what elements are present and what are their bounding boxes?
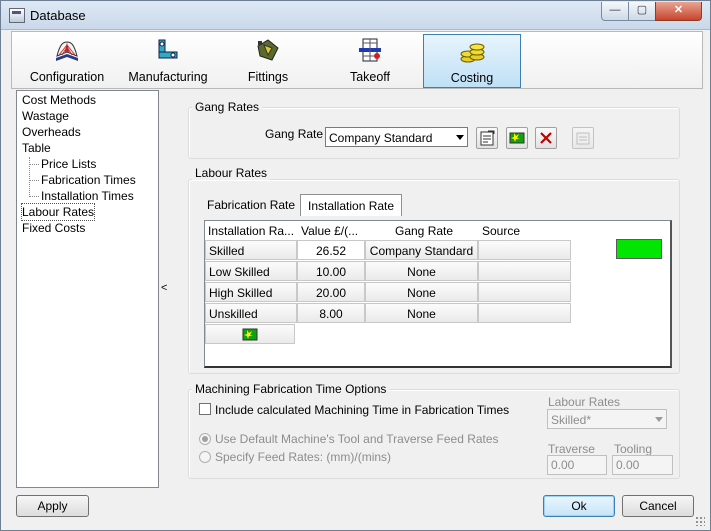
tree-item-installation-times[interactable]: Installation Times bbox=[41, 188, 134, 204]
cancel-button[interactable]: Cancel bbox=[622, 495, 694, 517]
tab-fabrication-rate[interactable]: Fabrication Rate bbox=[200, 194, 302, 216]
resize-grip[interactable] bbox=[695, 516, 705, 526]
table-row-value[interactable]: 10.00 bbox=[297, 261, 365, 281]
traverse-input[interactable]: 0.00 bbox=[547, 455, 607, 475]
labour-rates-grid: Installation Ra... Value £/(... Gang Rat… bbox=[204, 220, 672, 368]
tooling-label: Tooling bbox=[614, 442, 653, 456]
delete-gang-rate-button[interactable] bbox=[535, 127, 557, 149]
gang-rate-value: Company Standard bbox=[329, 131, 433, 145]
close-button[interactable]: ✕ bbox=[655, 2, 702, 21]
gang-rates-group-title: Gang Rates bbox=[192, 100, 263, 114]
gang-rate-properties-button[interactable] bbox=[572, 127, 594, 149]
chevron-down-icon bbox=[655, 417, 663, 422]
tree-connector bbox=[29, 180, 39, 181]
table-row-name[interactable]: High Skilled bbox=[205, 282, 297, 302]
toolbar-label: Configuration bbox=[29, 70, 105, 84]
labour-rates-group-title: Labour Rates bbox=[192, 166, 271, 180]
tree-item-fabrication-times[interactable]: Fabrication Times bbox=[41, 172, 136, 188]
new-item-icon bbox=[509, 132, 525, 144]
tree-item-overheads[interactable]: Overheads bbox=[22, 124, 81, 140]
tree-item-labour-rates[interactable]: Labour Rates bbox=[20, 203, 96, 221]
tab-installation-rate[interactable]: Installation Rate bbox=[300, 194, 403, 216]
takeoff-icon bbox=[359, 38, 381, 62]
toolbar-item-fittings[interactable]: Fittings bbox=[240, 32, 296, 88]
specify-feed-rates-label: Specify Feed Rates: (mm)/(mins) bbox=[215, 450, 392, 464]
category-toolbar: Configuration Manufacturing Fittings Tak… bbox=[11, 31, 703, 89]
include-machining-label: Include calculated Machining Time in Fab… bbox=[215, 403, 510, 417]
machining-labour-rate-value: Skilled* bbox=[551, 413, 592, 427]
column-header-installation-rate[interactable]: Installation Ra... bbox=[208, 224, 294, 238]
tab-label: Installation Rate bbox=[308, 199, 395, 213]
database-window: Database — ▢ ✕ Configuration Manufacturi… bbox=[0, 0, 711, 531]
table-row-source[interactable] bbox=[478, 303, 571, 323]
table-row-value[interactable]: 20.00 bbox=[297, 282, 365, 302]
edit-document-icon bbox=[480, 130, 495, 146]
table-row-source[interactable] bbox=[478, 261, 571, 281]
column-header-source[interactable]: Source bbox=[482, 224, 520, 238]
table-row-value[interactable]: 8.00 bbox=[297, 303, 365, 323]
specify-feed-rates-radio[interactable] bbox=[199, 451, 211, 463]
traverse-label: Traverse bbox=[548, 442, 595, 456]
toolbar-label: Takeoff bbox=[349, 70, 391, 84]
table-row-source[interactable] bbox=[478, 282, 571, 302]
toolbar-label: Manufacturing bbox=[128, 70, 208, 84]
collapse-glyph: < bbox=[161, 282, 168, 294]
machining-group-title: Machining Fabrication Time Options bbox=[192, 382, 390, 396]
toolbar-item-takeoff[interactable]: Takeoff bbox=[342, 32, 398, 88]
tree-item-fixed-costs[interactable]: Fixed Costs bbox=[22, 220, 85, 236]
apply-button[interactable]: Apply bbox=[16, 495, 89, 517]
title-bar[interactable]: Database — ▢ ✕ bbox=[1, 1, 710, 30]
toolbar-label: Fittings bbox=[247, 70, 289, 84]
category-tree: Cost Methods Wastage Overheads Table Pri… bbox=[16, 90, 159, 488]
tree-connector bbox=[29, 196, 39, 197]
default-feed-rates-radio[interactable] bbox=[199, 433, 211, 445]
include-machining-checkbox[interactable] bbox=[199, 403, 211, 415]
rate-color-swatch[interactable] bbox=[616, 239, 662, 259]
tree-item-price-lists[interactable]: Price Lists bbox=[41, 156, 96, 172]
table-row-gang[interactable]: None bbox=[365, 303, 478, 323]
table-row-value[interactable]: 26.52 bbox=[297, 240, 365, 260]
new-item-icon bbox=[242, 328, 258, 341]
properties-icon bbox=[576, 132, 590, 145]
toolbar-label: Costing bbox=[450, 71, 494, 85]
tooling-input[interactable]: 0.00 bbox=[612, 455, 673, 475]
table-row-source[interactable] bbox=[478, 240, 571, 260]
panel-splitter[interactable]: < bbox=[159, 90, 169, 486]
tree-connector bbox=[29, 164, 39, 165]
table-row-gang[interactable]: Company Standard bbox=[365, 240, 478, 260]
gang-rate-select[interactable]: Company Standard bbox=[325, 127, 468, 147]
column-header-value[interactable]: Value £/(... bbox=[301, 224, 358, 238]
window-icon bbox=[9, 8, 25, 23]
coins-icon bbox=[460, 43, 485, 63]
minimize-button[interactable]: — bbox=[601, 2, 629, 21]
manufacturing-icon bbox=[158, 39, 178, 59]
column-header-gang-rate[interactable]: Gang Rate bbox=[395, 224, 453, 238]
add-gang-rate-button[interactable] bbox=[506, 127, 528, 149]
toolbar-item-configuration[interactable]: Configuration bbox=[26, 32, 108, 88]
table-row-name[interactable]: Unskilled bbox=[205, 303, 297, 323]
toolbar-item-costing[interactable]: Costing bbox=[423, 34, 521, 88]
table-row-gang[interactable]: None bbox=[365, 261, 478, 281]
tree-item-cost-methods[interactable]: Cost Methods bbox=[22, 92, 96, 108]
default-feed-rates-label: Use Default Machine's Tool and Traverse … bbox=[215, 432, 499, 446]
gang-rate-label: Gang Rate bbox=[265, 127, 324, 141]
ok-button[interactable]: Ok bbox=[543, 495, 615, 517]
table-row-name[interactable]: Low Skilled bbox=[205, 261, 297, 281]
edit-gang-rate-button[interactable] bbox=[476, 127, 498, 149]
machining-labour-rates-label: Labour Rates bbox=[548, 395, 621, 409]
chevron-down-icon bbox=[456, 135, 464, 140]
tree-item-table[interactable]: Table bbox=[22, 140, 51, 156]
machining-labour-rate-select[interactable]: Skilled* bbox=[547, 409, 667, 429]
delete-icon bbox=[540, 132, 552, 144]
add-row-button[interactable] bbox=[205, 324, 295, 344]
toolbar-item-manufacturing[interactable]: Manufacturing bbox=[122, 32, 214, 88]
window-title: Database bbox=[30, 8, 86, 23]
books-icon bbox=[56, 41, 78, 61]
tree-item-wastage[interactable]: Wastage bbox=[22, 108, 69, 124]
fittings-icon bbox=[257, 39, 279, 61]
maximize-button[interactable]: ▢ bbox=[628, 2, 656, 21]
table-row-name[interactable]: Skilled bbox=[205, 240, 297, 260]
tree-connector bbox=[29, 157, 30, 197]
table-row-gang[interactable]: None bbox=[365, 282, 478, 302]
